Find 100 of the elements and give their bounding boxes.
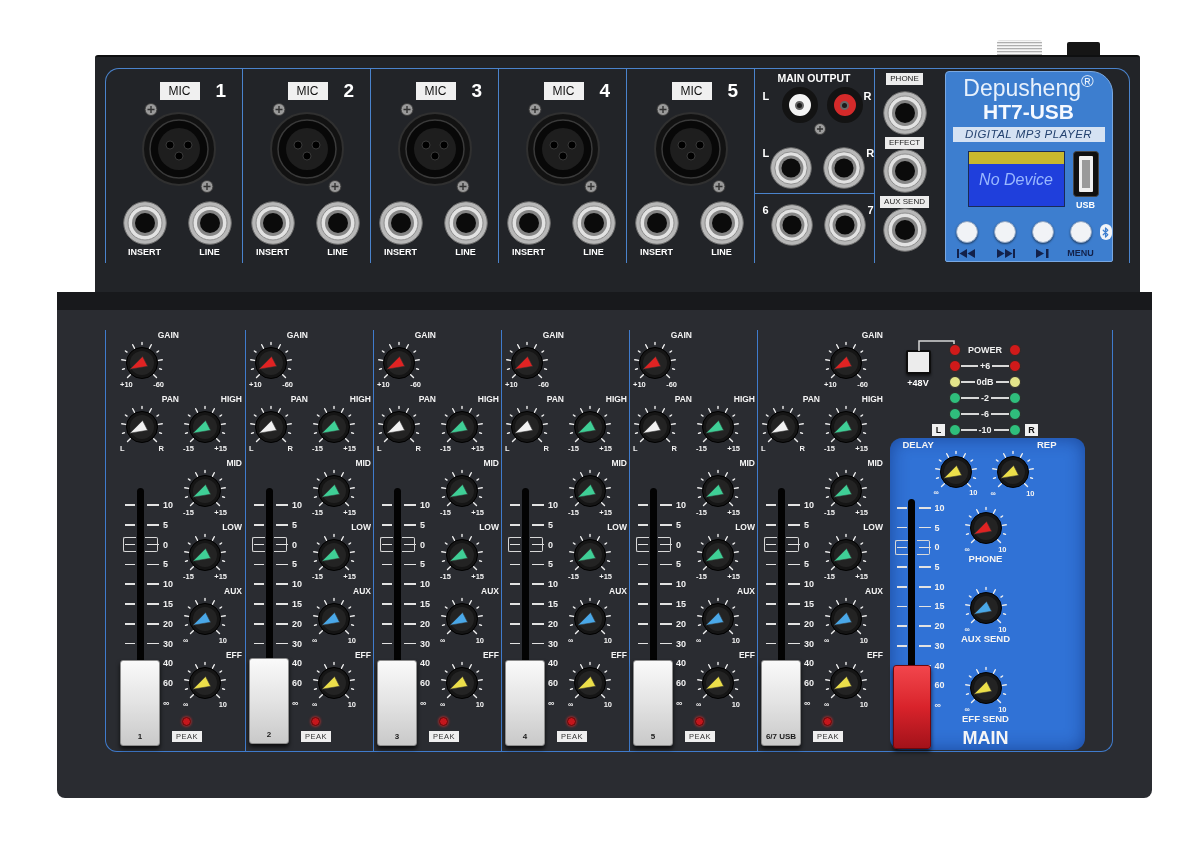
effect-knob[interactable] bbox=[438, 661, 486, 699]
fader-scale-label: 10 bbox=[676, 578, 686, 591]
eq-knob[interactable] bbox=[310, 533, 358, 571]
knob-label: MID bbox=[226, 458, 243, 469]
fader-scale-label: 30 bbox=[163, 637, 173, 650]
effect-knob[interactable] bbox=[310, 661, 358, 699]
fader-scale-label: 5 bbox=[420, 518, 425, 531]
play-pause-button[interactable] bbox=[1031, 221, 1054, 243]
eq-knob[interactable] bbox=[822, 405, 870, 443]
knob-label: PAN bbox=[546, 394, 565, 405]
fader-handle[interactable]: 5 bbox=[633, 660, 673, 747]
meter-label: -2 bbox=[980, 392, 990, 404]
eq-knob[interactable] bbox=[694, 405, 742, 443]
jack-label: LINE bbox=[199, 247, 220, 257]
eq-knob[interactable] bbox=[438, 533, 486, 571]
knob-label: HIGH bbox=[477, 394, 500, 405]
jack-socket-icon bbox=[771, 204, 814, 246]
jack-label: 6 bbox=[762, 204, 770, 216]
next-track-button[interactable] bbox=[993, 221, 1016, 243]
aux-knob[interactable] bbox=[822, 597, 870, 635]
gain-knob[interactable] bbox=[822, 341, 870, 379]
fader-scale-label: 10 bbox=[548, 499, 558, 511]
eq-knob[interactable] bbox=[694, 469, 742, 507]
section-title: MAIN OUTPUT bbox=[776, 73, 852, 84]
eq-knob[interactable] bbox=[310, 469, 358, 507]
fader-scale-label: ∞ bbox=[804, 696, 811, 709]
pan-knob[interactable] bbox=[631, 405, 679, 443]
meter-label: +6 bbox=[978, 360, 992, 372]
eq-knob[interactable] bbox=[181, 469, 229, 507]
fader-handle[interactable]: 6/7 USB bbox=[761, 660, 801, 747]
fader-scale-label: 30 bbox=[934, 639, 945, 652]
eq-knob[interactable] bbox=[566, 533, 614, 571]
eq-knob[interactable] bbox=[694, 533, 742, 571]
eq-knob[interactable] bbox=[566, 469, 614, 507]
eq-knob[interactable] bbox=[822, 469, 870, 507]
eq-knob[interactable] bbox=[181, 405, 229, 443]
button-label: MENU bbox=[1067, 248, 1094, 258]
fader-handle[interactable]: 1 bbox=[120, 660, 160, 747]
knob-label: MID bbox=[483, 458, 500, 469]
phantom-power-button[interactable] bbox=[905, 350, 931, 374]
jack-socket-icon bbox=[634, 201, 679, 245]
fader-scale-label: 15 bbox=[163, 598, 173, 610]
eq-knob[interactable] bbox=[438, 469, 486, 507]
eq-knob[interactable] bbox=[181, 533, 229, 571]
knob-label: MID bbox=[739, 458, 756, 469]
effect-knob[interactable] bbox=[822, 661, 870, 699]
fader-scale-label: ∞ bbox=[292, 696, 299, 709]
fader-scale-label: 5 bbox=[934, 561, 940, 574]
fader-handle[interactable]: 3 bbox=[377, 660, 417, 747]
effect-knob[interactable] bbox=[181, 661, 229, 699]
fader-scale-label: 15 bbox=[420, 598, 430, 610]
eq-knob[interactable] bbox=[438, 405, 486, 443]
knob-label: GAIN bbox=[542, 330, 565, 341]
fader-handle[interactable] bbox=[892, 664, 931, 749]
brand-name: Depusheng$^{®}$ bbox=[963, 75, 1094, 101]
eq-knob[interactable] bbox=[310, 405, 358, 443]
pan-knob[interactable] bbox=[375, 405, 423, 443]
aux-knob[interactable] bbox=[438, 597, 486, 635]
display-text: No Device bbox=[978, 171, 1054, 189]
pan-knob[interactable] bbox=[247, 405, 295, 443]
meter-label: -10 bbox=[977, 424, 993, 436]
aux-knob[interactable] bbox=[694, 597, 742, 635]
jack-label: R bbox=[863, 90, 872, 102]
led-icon bbox=[695, 717, 704, 726]
effect-knob[interactable] bbox=[694, 661, 742, 699]
knob-label: LOW bbox=[351, 522, 372, 533]
eq-knob[interactable] bbox=[566, 405, 614, 443]
gain-knob[interactable] bbox=[631, 341, 679, 379]
jack-label: R bbox=[866, 147, 875, 159]
fader-scale-label: 0 bbox=[292, 538, 297, 551]
knob-label: EFF SEND bbox=[962, 714, 1009, 724]
fader-scale-label: 40 bbox=[804, 657, 814, 670]
aux-knob[interactable] bbox=[566, 597, 614, 635]
section-title: MAIN bbox=[962, 728, 1009, 748]
pan-knob[interactable] bbox=[759, 405, 807, 443]
pan-knob[interactable] bbox=[118, 405, 166, 443]
fader-scale-label: 10 bbox=[934, 502, 945, 514]
aux-knob[interactable] bbox=[181, 597, 229, 635]
gain-knob[interactable] bbox=[247, 341, 295, 379]
menu-button[interactable] bbox=[1069, 221, 1092, 243]
fader-handle[interactable]: 4 bbox=[505, 660, 545, 747]
effect-knob[interactable] bbox=[566, 661, 614, 699]
gain-knob[interactable] bbox=[118, 341, 166, 379]
knob-label: LOW bbox=[863, 522, 884, 533]
previous-track-button[interactable] bbox=[955, 221, 978, 243]
eq-knob[interactable] bbox=[822, 533, 870, 571]
knob-label: PAN bbox=[290, 394, 309, 405]
gain-knob[interactable] bbox=[375, 341, 423, 379]
gain-knob[interactable] bbox=[503, 341, 551, 379]
fader-scale-label: 10 bbox=[420, 578, 430, 591]
jack-socket-icon bbox=[699, 201, 744, 245]
knob-label: AUX bbox=[609, 586, 628, 597]
fader-scale-label: 30 bbox=[804, 637, 814, 650]
fader-scale-label: 10 bbox=[934, 580, 945, 593]
aux-knob[interactable] bbox=[310, 597, 358, 635]
fader-handle[interactable]: 2 bbox=[249, 657, 289, 744]
channel-number: 3 bbox=[471, 82, 483, 100]
fader-scale-label: 15 bbox=[292, 598, 302, 610]
play-pause-icon bbox=[1036, 248, 1049, 258]
pan-knob[interactable] bbox=[503, 405, 551, 443]
